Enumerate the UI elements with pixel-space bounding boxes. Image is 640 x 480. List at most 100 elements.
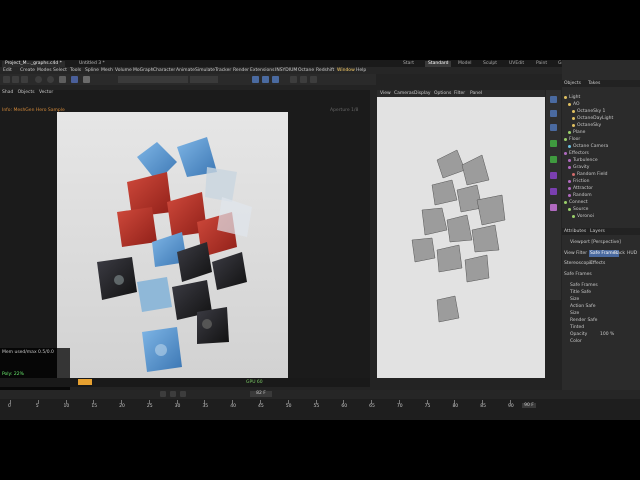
frame-ruler[interactable]: 0 5 10 15 20 25 30 35 40 45 50 55 60 65 70 75 80 85 90 [0, 400, 640, 410]
field-icon[interactable] [550, 188, 557, 195]
menu-redshift[interactable]: Redshift [316, 67, 334, 74]
subtab-hud[interactable]: HUD [627, 250, 637, 257]
mograph-icon[interactable] [550, 204, 557, 211]
vp1-menu-shad[interactable]: Shad [2, 90, 13, 95]
object-row[interactable]: Octane Camera [562, 143, 640, 150]
object-row[interactable]: Floor [562, 136, 640, 143]
menu-simulate[interactable]: Simulate [195, 67, 215, 74]
opacity-value[interactable]: 100 % [600, 331, 614, 338]
attribute-field-row[interactable]: Title Safe [562, 289, 640, 296]
cube-object-icon[interactable] [550, 140, 557, 147]
object-row[interactable]: OctaneSky 1 [562, 108, 640, 115]
menu-tracker[interactable]: Tracker [215, 67, 231, 74]
object-row[interactable]: Turbulence [562, 157, 640, 164]
menu-octane[interactable]: Octane [298, 67, 314, 74]
vp1-menu-vector[interactable]: Vector [39, 90, 53, 95]
menu-mograph[interactable]: MoGraph [133, 67, 153, 74]
object-row[interactable]: Effectors [562, 150, 640, 157]
subtab-filter[interactable]: Filter [576, 250, 587, 257]
vp1-menu-objects[interactable]: Objects [18, 90, 35, 95]
object-row[interactable]: OctaneSky [562, 122, 640, 129]
picker-icon[interactable] [310, 76, 317, 83]
perspective-viewport[interactable] [377, 90, 545, 378]
attribute-field-row[interactable]: Color [562, 338, 640, 345]
subtab-back[interactable]: Back [614, 250, 625, 257]
attribute-field-row[interactable]: Size [562, 310, 640, 317]
menu-extensions[interactable]: Extensions [250, 67, 274, 74]
object-row[interactable]: AO [562, 101, 640, 108]
tab-objects[interactable]: Objects [564, 80, 581, 87]
object-row[interactable]: Connect [562, 199, 640, 206]
material-icon[interactable] [47, 76, 54, 83]
grid-icon[interactable] [290, 76, 297, 83]
current-frame-field[interactable]: 82 F [250, 391, 272, 397]
tab-takes[interactable]: Takes [588, 80, 600, 87]
play-icon[interactable] [12, 76, 19, 83]
spline-icon[interactable] [550, 156, 557, 163]
cube-icon[interactable] [71, 76, 78, 83]
tab-layers[interactable]: Layers [590, 228, 605, 235]
vp2-menu-cameras[interactable]: Cameras [394, 90, 414, 97]
tab-attributes[interactable]: Attributes [564, 228, 586, 235]
object-row[interactable]: OctaneDayLight [562, 115, 640, 122]
object-row[interactable]: Friction [562, 178, 640, 185]
subtab-stereoscopic[interactable]: Stereoscopic [564, 260, 593, 267]
vp2-menu-options[interactable]: Options [434, 90, 451, 97]
forward-icon[interactable] [180, 391, 186, 397]
move-icon[interactable] [550, 96, 557, 103]
render-icon[interactable] [252, 76, 259, 83]
object-row[interactable]: Light [562, 94, 640, 101]
vp2-menu-panel[interactable]: Panel [470, 90, 482, 97]
render-target-select[interactable] [118, 76, 188, 83]
menu-select[interactable]: Select [53, 67, 67, 74]
menu-character[interactable]: Character [153, 67, 175, 74]
object-row[interactable]: Attractor [562, 185, 640, 192]
menu-render[interactable]: Render [233, 67, 249, 74]
menu-modes[interactable]: Modes [37, 67, 52, 74]
preview-dropdown[interactable] [190, 76, 218, 83]
subtab-effects[interactable]: Effects [590, 260, 605, 267]
shading-icon[interactable] [59, 76, 66, 83]
attribute-field-row[interactable]: Safe Frames [562, 282, 640, 289]
attribute-field-row[interactable]: Opacity 100 % [562, 331, 640, 338]
octane-render-view[interactable]: Shad Objects Vector Info: MeshGen Hero S… [0, 90, 370, 378]
menu-insydium[interactable]: INSYDIUM [275, 67, 297, 74]
object-row[interactable]: Source [562, 206, 640, 213]
lock-icon[interactable] [21, 76, 28, 83]
render-settings-icon[interactable] [272, 76, 279, 83]
object-row[interactable]: Voronoi [562, 213, 640, 220]
timeline[interactable]: 82 F 0 5 10 15 20 25 30 35 40 45 50 55 60 65 70 75 80 85 9… [0, 390, 640, 420]
menu-help[interactable]: Help [356, 67, 366, 74]
menu-tools[interactable]: Tools [70, 67, 81, 74]
menu-volume[interactable]: Volume [115, 67, 132, 74]
menu-spline[interactable]: Spline [85, 67, 99, 74]
subtab-view[interactable]: View [564, 250, 575, 257]
scale-icon[interactable] [550, 110, 557, 117]
render-region-icon[interactable] [262, 76, 269, 83]
attribute-field-row[interactable]: Render Safe [562, 317, 640, 324]
menu-animate[interactable]: Animate [176, 67, 195, 74]
attribute-field-row[interactable]: Action Safe [562, 303, 640, 310]
menu-mesh[interactable]: Mesh [101, 67, 113, 74]
end-frame-field[interactable]: 90 F [522, 403, 536, 408]
pause-icon[interactable] [3, 76, 10, 83]
vp2-menu-display[interactable]: Display [414, 90, 431, 97]
attribute-field-row[interactable]: Size [562, 296, 640, 303]
object-row[interactable]: Plane [562, 129, 640, 136]
object-row[interactable]: Gravity [562, 164, 640, 171]
object-row[interactable]: Random [562, 192, 640, 199]
rewind-icon[interactable] [160, 391, 166, 397]
menu-window[interactable]: Window [337, 67, 355, 74]
deformer-icon[interactable] [550, 172, 557, 179]
menu-create[interactable]: Create [20, 67, 35, 74]
attribute-field-row[interactable]: Tinted [562, 324, 640, 331]
vp2-menu-filter[interactable]: Filter [454, 90, 465, 97]
vp2-menu-view[interactable]: View [380, 90, 391, 97]
menu-edit[interactable]: Edit [3, 67, 12, 74]
play-button-icon[interactable] [170, 391, 176, 397]
sphere-icon[interactable] [35, 76, 42, 83]
rotate-icon[interactable] [550, 124, 557, 131]
light-icon[interactable] [300, 76, 307, 83]
object-row[interactable]: Random Field [562, 171, 640, 178]
cam-icon[interactable] [83, 76, 90, 83]
